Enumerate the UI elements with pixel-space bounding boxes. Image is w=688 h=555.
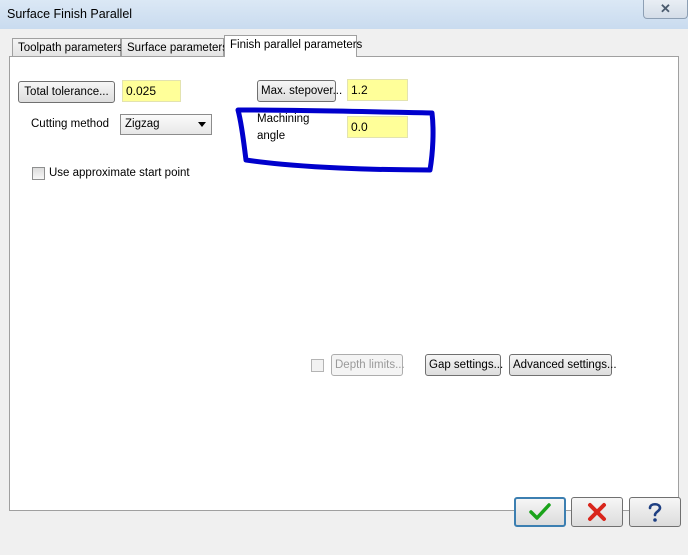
advanced-settings-button-label: Advanced settings... bbox=[513, 359, 617, 371]
approx-start-checkbox[interactable] bbox=[32, 167, 45, 180]
advanced-settings-button[interactable]: Advanced settings... bbox=[509, 354, 617, 376]
gap-settings-button[interactable]: Gap settings... bbox=[425, 354, 504, 376]
close-window-button[interactable]: ✕ bbox=[643, 0, 688, 19]
x-icon bbox=[588, 503, 606, 521]
total-tolerance-value: 0.025 bbox=[126, 84, 157, 98]
tab-surface-parameters[interactable]: Surface parameters bbox=[121, 38, 228, 57]
tab-panel bbox=[9, 56, 679, 511]
title-bar: Surface Finish Parallel ✕ bbox=[0, 0, 688, 30]
machining-angle-label-line2: angle bbox=[257, 130, 286, 142]
tab-label: Finish parallel parameters bbox=[230, 39, 363, 51]
cutting-method-select[interactable]: Zigzag bbox=[120, 114, 212, 135]
total-tolerance-button-label: Total tolerance... bbox=[24, 86, 109, 98]
depth-limits-button-label: Depth limits... bbox=[335, 359, 405, 371]
machining-angle-value: 0.0 bbox=[351, 120, 368, 134]
approx-start-label: Use approximate start point bbox=[49, 167, 190, 179]
depth-limits-button[interactable]: Depth limits... bbox=[331, 354, 405, 376]
tab-label: Surface parameters bbox=[127, 42, 228, 54]
tab-toolpath-parameters[interactable]: Toolpath parameters bbox=[12, 38, 123, 57]
max-stepover-button-label: Max. stepover... bbox=[261, 85, 343, 97]
max-stepover-button[interactable]: Max. stepover... bbox=[257, 80, 342, 102]
cutting-method-label: Cutting method bbox=[31, 118, 109, 130]
chevron-down-icon bbox=[198, 122, 206, 127]
cutting-method-value: Zigzag bbox=[125, 118, 160, 130]
close-icon: ✕ bbox=[660, 1, 671, 16]
window-title: Surface Finish Parallel bbox=[7, 7, 133, 21]
total-tolerance-field[interactable]: 0.025 bbox=[122, 80, 181, 102]
total-tolerance-button[interactable]: Total tolerance... bbox=[18, 81, 115, 103]
max-stepover-field[interactable]: 1.2 bbox=[347, 79, 408, 101]
help-button[interactable] bbox=[629, 497, 681, 527]
check-icon bbox=[529, 503, 551, 520]
tab-finish-parallel-parameters[interactable]: Finish parallel parameters bbox=[224, 35, 362, 57]
cancel-button[interactable] bbox=[571, 497, 623, 527]
help-icon bbox=[648, 502, 662, 522]
gap-settings-button-label: Gap settings... bbox=[429, 359, 504, 371]
ok-button[interactable] bbox=[514, 497, 566, 527]
tab-label: Toolpath parameters bbox=[18, 42, 123, 54]
machining-angle-field[interactable]: 0.0 bbox=[347, 116, 408, 138]
machining-angle-label-line1: Machining bbox=[257, 113, 310, 125]
max-stepover-value: 1.2 bbox=[351, 83, 368, 97]
depth-limits-checkbox[interactable] bbox=[311, 359, 324, 372]
